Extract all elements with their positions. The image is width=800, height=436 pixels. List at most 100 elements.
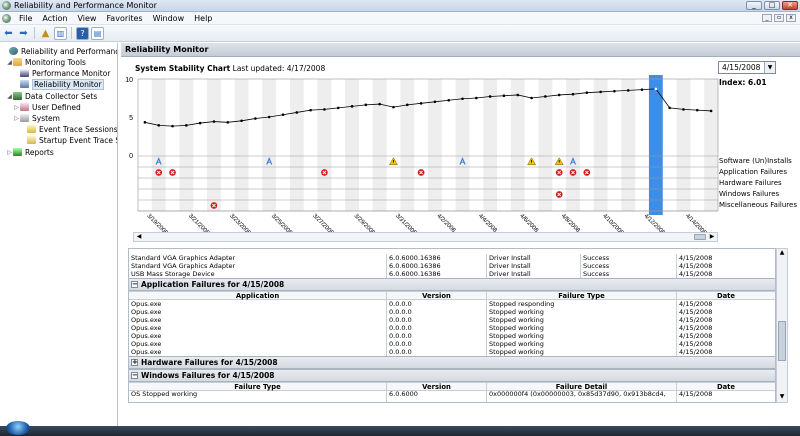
tree-item-data-collector-sets[interactable]: ◢ Data Collector Sets xyxy=(6,91,97,101)
tree-expander[interactable]: ◢ xyxy=(6,93,13,100)
application-failure-rows: Opus.exe 0.0.0.0 Stopped responding 4/15/20… xyxy=(129,300,775,356)
stability-point xyxy=(198,121,202,125)
chart-horizontal-scrollbar[interactable]: ◀ ▶ xyxy=(133,232,718,242)
tree-item-system[interactable]: ▷ System xyxy=(13,113,60,123)
column-stripe xyxy=(262,79,277,211)
system-menu-icon[interactable] xyxy=(2,13,11,23)
stability-point xyxy=(613,89,616,93)
column-header[interactable]: Date xyxy=(677,292,775,300)
tree-item-event-trace-sessions[interactable]: Event Trace Sessions xyxy=(27,124,117,134)
column-header[interactable]: Failure Detail xyxy=(487,383,677,391)
chevron-down-icon[interactable]: ▼ xyxy=(764,62,775,73)
scroll-right-icon[interactable]: ▶ xyxy=(707,233,717,241)
menu-view[interactable]: View xyxy=(72,14,101,23)
cell: Stopped working xyxy=(487,340,677,348)
menu-help[interactable]: Help xyxy=(189,14,217,23)
stability-point xyxy=(695,108,699,112)
tree-expander[interactable]: ▷ xyxy=(13,104,20,111)
row-label-windows-failures: Windows Failures xyxy=(719,190,780,198)
table-row[interactable]: Opus.exe 0.0.0.0 Stopped working 4/15/2008 xyxy=(129,324,775,332)
tree-item-reliability-monitor[interactable]: Reliability Monitor xyxy=(20,78,104,90)
scroll-up-icon[interactable]: ▲ xyxy=(777,249,787,258)
table-row[interactable]: Opus.exe 0.0.0.0 Stopped working 4/15/2008 xyxy=(129,348,775,356)
scroll-thumb[interactable] xyxy=(694,234,706,240)
stability-point xyxy=(544,95,547,98)
scroll-thumb[interactable] xyxy=(778,321,786,361)
y-tick-label: 0 xyxy=(129,153,133,160)
column-header[interactable]: Application xyxy=(129,292,387,300)
column-header[interactable]: Version xyxy=(387,383,487,391)
table-row[interactable]: Standard VGA Graphics Adapter 6.0.6000.1… xyxy=(129,262,775,270)
window-title: Reliability and Performance Monitor xyxy=(14,1,157,10)
table-row[interactable]: OS Stopped working 6.0.6000 0x000000f4 (… xyxy=(129,391,775,402)
table-row[interactable]: Opus.exe 0.0.0.0 Stopped responding 4/15/20… xyxy=(129,300,775,308)
section-application-failures[interactable]: − Application Failures for 4/15/2008 xyxy=(129,278,775,291)
collector-icon xyxy=(13,92,22,100)
column-stripe xyxy=(566,79,580,211)
table-row[interactable]: USB Mass Storage Device 6.0.6000.16386 D… xyxy=(129,270,775,278)
tree-expander[interactable]: ▷ xyxy=(6,149,13,156)
column-header[interactable]: Failure Type xyxy=(487,292,677,300)
section-windows-failures[interactable]: − Windows Failures for 4/15/2008 xyxy=(129,369,775,382)
up-folder-icon[interactable]: ▲ xyxy=(39,27,52,40)
child-minimize-button[interactable]: _ xyxy=(762,14,772,22)
stability-point xyxy=(336,106,340,110)
table-row[interactable]: Opus.exe 0.0.0.0 Stopped working 4/15/2008 xyxy=(129,308,775,316)
table-row[interactable]: Opus.exe 0.0.0.0 Stopped working 4/15/2008 xyxy=(129,340,775,348)
column-header[interactable]: Version xyxy=(387,292,487,300)
stability-point xyxy=(350,105,354,108)
stability-chart[interactable]: 10503/19/2008 3/21/2008 3/23/2008 3/25/2008… xyxy=(121,73,721,235)
maximize-button[interactable]: □ xyxy=(764,1,780,10)
perf-monitor-icon xyxy=(9,47,18,55)
details-vertical-scrollbar[interactable]: ▲ ▼ xyxy=(776,248,788,403)
collapse-icon[interactable]: − xyxy=(131,372,138,379)
forward-arrow-icon[interactable]: ➡ xyxy=(17,27,30,40)
stability-point xyxy=(419,102,423,105)
cell: 4/15/2008 xyxy=(679,308,713,316)
tree-item-reports[interactable]: ▷ Reports xyxy=(6,147,54,157)
table-row[interactable]: Opus.exe 0.0.0.0 Stopped working 4/15/2008 xyxy=(129,332,775,340)
cell: 4/15/2008 xyxy=(679,332,713,340)
close-button[interactable]: ✕ xyxy=(782,1,798,10)
menu-file[interactable]: File xyxy=(14,14,37,23)
collapse-icon[interactable]: − xyxy=(131,281,138,288)
menu-action[interactable]: Action xyxy=(37,14,72,23)
scroll-left-icon[interactable]: ◀ xyxy=(134,233,144,241)
stability-point xyxy=(640,88,644,91)
child-close-button[interactable]: x xyxy=(786,14,796,22)
tree-item-reliability-performance[interactable]: Reliability and Performance xyxy=(2,46,117,56)
tree-item-startup-event-trace[interactable]: Startup Event Trace Ses xyxy=(27,135,117,145)
tree-item-label: Performance Monitor xyxy=(32,68,111,78)
tree-item-user-defined[interactable]: ▷ User Defined xyxy=(13,102,81,112)
cell: 6.0.6000.16386 xyxy=(387,270,487,278)
start-button-icon[interactable] xyxy=(6,421,30,435)
stability-point xyxy=(226,121,230,124)
menu-favorites[interactable]: Favorites xyxy=(101,14,147,23)
minimize-button[interactable]: _ xyxy=(746,1,762,10)
row-label-application-failures: Application Failures xyxy=(719,168,788,176)
folder-icon xyxy=(13,58,22,66)
table-row[interactable]: Opus.exe 0.0.0.0 Stopped working 4/15/2008 xyxy=(129,316,775,324)
tree-expander[interactable]: ◢ xyxy=(6,59,13,66)
table-row[interactable]: Standard VGA Graphics Adapter 6.0.6000.1… xyxy=(129,254,775,262)
back-arrow-icon[interactable]: ⬅ xyxy=(2,27,15,40)
cell: Opus.exe xyxy=(129,348,387,356)
column-header[interactable]: Failure Type xyxy=(129,383,387,391)
menu-window[interactable]: Window xyxy=(148,14,190,23)
tree-expander[interactable]: ▷ xyxy=(13,115,20,122)
child-restore-button[interactable]: ▫ xyxy=(774,14,784,22)
section-hardware-failures[interactable]: + Hardware Failures for 4/15/2008 xyxy=(129,356,775,369)
tree-item-performance-monitor[interactable]: Performance Monitor xyxy=(20,68,110,78)
title-bar: Reliability and Performance Monitor _ □ … xyxy=(0,0,800,12)
show-hide-tree-icon[interactable]: ▥ xyxy=(54,26,67,40)
expand-icon[interactable]: + xyxy=(131,359,138,366)
tree-item-monitoring-tools[interactable]: ◢ Monitoring Tools xyxy=(6,57,86,67)
reports-icon xyxy=(13,148,22,156)
date-select[interactable]: 4/15/2008 ▼ xyxy=(718,61,776,74)
scroll-down-icon[interactable]: ▼ xyxy=(777,393,787,402)
column-header[interactable]: Date xyxy=(677,383,775,391)
stability-point xyxy=(378,102,381,106)
help-icon[interactable]: ? xyxy=(76,26,89,40)
cell: Opus.exe xyxy=(129,316,387,324)
properties-icon[interactable]: ▤ xyxy=(91,26,104,40)
